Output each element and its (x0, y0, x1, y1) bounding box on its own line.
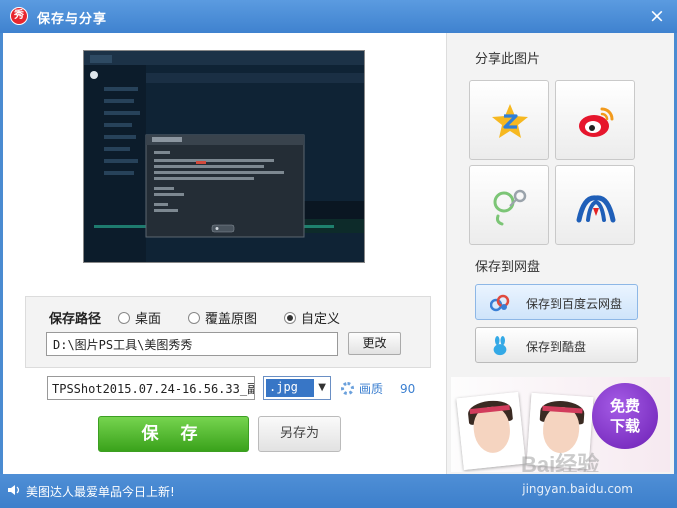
ad-photo-left (456, 391, 526, 471)
gear-icon[interactable] (341, 382, 354, 395)
ad-banner[interactable]: 免费 下载 Bai经验 (451, 377, 670, 472)
radio-overwrite-label: 覆盖原图 (205, 312, 258, 327)
save-to-baidu-cloud-button[interactable]: 保存到百度云网盘 (475, 284, 638, 320)
chevron-down-icon: ▼ (318, 382, 326, 393)
preview-area: 保存路径 桌面 覆盖原图 自定义 D:\图片PS工具\美图秀秀 更改 TPSSh… (3, 33, 446, 474)
file-name-field[interactable]: TPSShot2015.07.24-16.56.33_副 (47, 376, 255, 400)
baidu-cloud-label: 保存到百度云网盘 (526, 297, 623, 311)
share-pengyou-button[interactable] (469, 165, 549, 245)
kupan-label: 保存到酷盘 (526, 340, 587, 354)
share-renren-button[interactable] (555, 165, 635, 245)
change-path-button[interactable]: 更改 (348, 332, 401, 355)
status-bar: 美图达人最爱单品今日上新! jingyan.baidu.com (0, 474, 677, 508)
radio-overwrite-indicator[interactable] (188, 311, 200, 324)
radio-custom[interactable]: 自定义 (284, 308, 340, 327)
share-heading: 分享此图片 (475, 52, 541, 67)
file-extension-value: .jpg (266, 379, 314, 397)
radio-desktop-indicator[interactable] (118, 311, 130, 324)
dialog-content: 保存路径 桌面 覆盖原图 自定义 D:\图片PS工具\美图秀秀 更改 TPSSh… (3, 33, 674, 474)
save-to-kupan-button[interactable]: 保存到酷盘 (475, 327, 638, 363)
cloud-heading: 保存到网盘 (475, 260, 541, 275)
free-download-line2: 下载 (609, 417, 640, 435)
radio-custom-indicator[interactable] (284, 311, 296, 324)
radio-desktop-label: 桌面 (135, 312, 162, 327)
save-path-label: 保存路径 (49, 312, 102, 327)
save-button[interactable]: 保 存 (98, 416, 249, 452)
quality-label[interactable]: 画质 (359, 380, 383, 397)
pengyou-icon (493, 189, 527, 226)
close-icon[interactable]: × (647, 6, 667, 26)
site-watermark: jingyan.baidu.com (522, 482, 633, 496)
radio-desktop[interactable]: 桌面 (118, 308, 161, 327)
image-preview (83, 50, 365, 263)
status-message[interactable]: 美图达人最爱单品今日上新! (26, 483, 175, 500)
baidu-watermark: Bai经验 (521, 452, 600, 472)
preview-thumbnail (84, 51, 364, 262)
save-path-group: 保存路径 桌面 覆盖原图 自定义 D:\图片PS工具\美图秀秀 更改 (25, 296, 431, 368)
share-panel: 分享此图片 保存到网盘 保存到百度云网盘 保存到酷盘 免费 下载 Bai经验 (446, 33, 674, 474)
save-path-field[interactable]: D:\图片PS工具\美图秀秀 (46, 332, 338, 356)
kupan-rabbit-icon (493, 336, 507, 356)
quality-value: 90 (400, 381, 416, 396)
title-bar: 秀 保存与分享 × (0, 0, 677, 33)
qq-zone-icon (492, 104, 528, 138)
renren-icon (576, 195, 616, 223)
radio-custom-label: 自定义 (301, 312, 341, 327)
share-qzone-button[interactable] (469, 80, 549, 160)
save-as-button[interactable]: 另存为 (258, 416, 341, 452)
radio-overwrite[interactable]: 覆盖原图 (188, 308, 257, 327)
weibo-icon (579, 107, 614, 137)
share-weibo-button[interactable] (555, 80, 635, 160)
file-extension-select[interactable]: .jpg ▼ (263, 376, 331, 400)
free-download-line1: 免费 (609, 397, 640, 415)
meitu-logo-icon: 秀 (10, 7, 28, 25)
free-download-badge[interactable]: 免费 下载 (592, 383, 658, 449)
quality-setting[interactable]: 画质 90 (341, 380, 415, 397)
speaker-icon (8, 485, 20, 495)
dialog-title: 保存与分享 (37, 12, 108, 27)
baidu-cloud-icon (490, 294, 510, 312)
save-share-dialog: 秀 保存与分享 × 保存路径 桌面 覆盖原图 自定义 D:\图片PS工具\美图秀… (0, 0, 677, 508)
